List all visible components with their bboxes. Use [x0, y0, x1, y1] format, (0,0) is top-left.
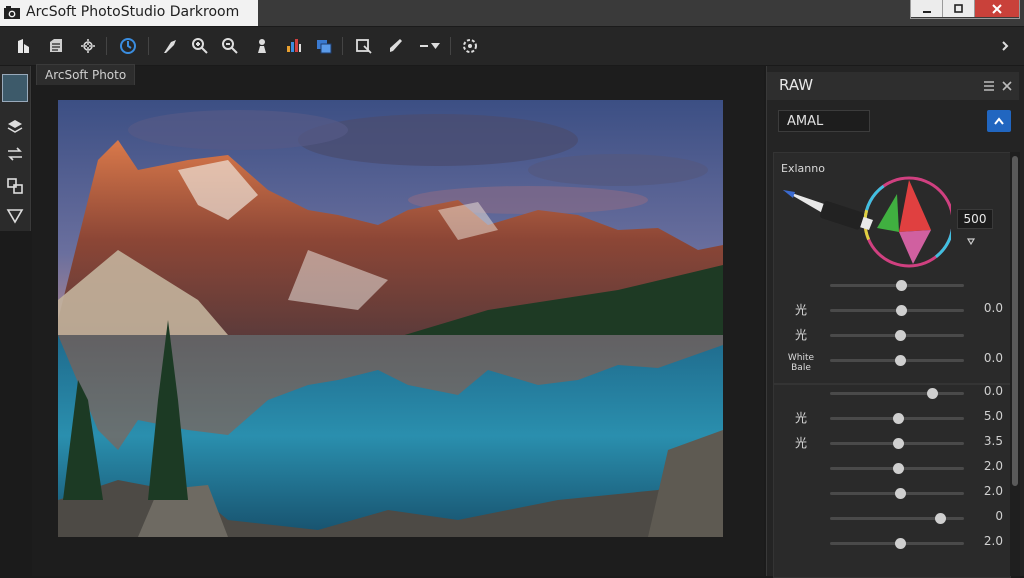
slider-value: 0.0 [983, 384, 1003, 398]
more-dropdown-icon[interactable] [418, 36, 442, 56]
landscape-photo[interactable] [58, 100, 723, 537]
stack-icon[interactable] [5, 116, 25, 136]
chevron-up-icon [994, 117, 1004, 125]
slider-knob[interactable] [894, 538, 906, 549]
slider-knob[interactable] [896, 305, 908, 316]
detail-slider-6[interactable] [830, 513, 964, 524]
close-icon [992, 3, 1002, 14]
maximize-button[interactable] [943, 0, 975, 17]
minimize-button[interactable] [911, 0, 943, 17]
slider-value: 2.0 [983, 534, 1003, 548]
clone-icon[interactable] [252, 36, 272, 56]
preset-input[interactable]: AMAL [778, 110, 870, 132]
raw-panel-title: RAW [779, 76, 814, 94]
window-controls [910, 0, 1020, 19]
slider-value: 5.0 [983, 409, 1003, 423]
panel-close-icon[interactable] [1001, 80, 1013, 92]
filter-icon[interactable] [5, 206, 25, 226]
detail-slider-1[interactable] [830, 388, 964, 399]
transform-icon[interactable] [5, 176, 25, 196]
slider-value: 0 [995, 509, 1003, 523]
slider-value: 0.0 [983, 301, 1003, 315]
open-folder-icon[interactable] [46, 36, 66, 56]
slider-value: 2.0 [983, 459, 1003, 473]
color-wheel-icon[interactable] [781, 170, 951, 270]
slider-knob[interactable] [896, 280, 908, 291]
export-icon[interactable] [354, 36, 374, 56]
window-title: ArcSoft PhotoStudio Darkroom [26, 4, 240, 20]
slider-knob[interactable] [894, 488, 906, 499]
slider-label: 光 [794, 328, 807, 342]
crop-select-icon[interactable] [78, 36, 98, 56]
slider-label: 光 [794, 411, 807, 425]
basic-slider-2[interactable] [830, 305, 964, 316]
value-dropdown-icon[interactable] [966, 236, 976, 246]
exposure-value[interactable]: 500 [957, 209, 993, 229]
brush-icon[interactable] [386, 36, 406, 56]
title-bar: ArcSoft PhotoStudio Darkroom [0, 0, 1024, 26]
detail-slider-2[interactable] [830, 413, 964, 424]
raw-panel: RAW AMAL Exlanno 500 光 0.0 光 White Bale 0.0 0… [766, 66, 1024, 578]
raw-panel-header: RAW [767, 72, 1019, 100]
main-toolbar [0, 27, 1024, 66]
slider-value: 0.0 [983, 351, 1003, 365]
basic-slider-3[interactable] [830, 330, 964, 341]
slider-knob[interactable] [894, 330, 906, 341]
maximize-icon [954, 3, 963, 13]
preset-apply-button[interactable] [987, 110, 1011, 132]
slider-knob[interactable] [934, 513, 946, 524]
slider-label: 光 [794, 303, 807, 317]
home-icon[interactable] [14, 36, 34, 56]
close-button[interactable] [975, 0, 1019, 17]
app-logo-icon [4, 6, 20, 19]
left-tool-strip [0, 66, 31, 231]
settings-icon[interactable] [460, 36, 480, 56]
straighten-icon[interactable] [160, 36, 180, 56]
panel-menu-icon[interactable] [983, 80, 995, 92]
slider-knob[interactable] [926, 388, 938, 399]
slider-knob[interactable] [894, 355, 906, 366]
basic-slider-4[interactable] [830, 355, 964, 366]
scrollbar-thumb[interactable] [1012, 156, 1018, 486]
slider-value: 3.5 [983, 434, 1003, 448]
zoom-out-icon[interactable] [220, 36, 240, 56]
detail-slider-7[interactable] [830, 538, 964, 549]
thumbnail[interactable] [2, 74, 28, 102]
minimize-icon [922, 10, 931, 13]
detail-slider-5[interactable] [830, 488, 964, 499]
layers-icon[interactable] [314, 36, 334, 56]
slider-value: 2.0 [983, 484, 1003, 498]
expand-icon[interactable] [998, 36, 1012, 56]
detail-slider-4[interactable] [830, 463, 964, 474]
histogram-icon[interactable] [284, 36, 304, 56]
rotate-icon[interactable] [118, 36, 138, 56]
panel-scrollbar[interactable] [1010, 152, 1020, 576]
canvas-tab[interactable]: ArcSoft Photo [36, 64, 136, 85]
zoom-in-icon[interactable] [190, 36, 210, 56]
detail-slider-3[interactable] [830, 438, 964, 449]
basic-slider-1[interactable] [830, 280, 964, 291]
slider-label: White Bale [787, 353, 815, 373]
slider-label: 光 [794, 436, 807, 450]
arrows-icon[interactable] [5, 144, 25, 164]
